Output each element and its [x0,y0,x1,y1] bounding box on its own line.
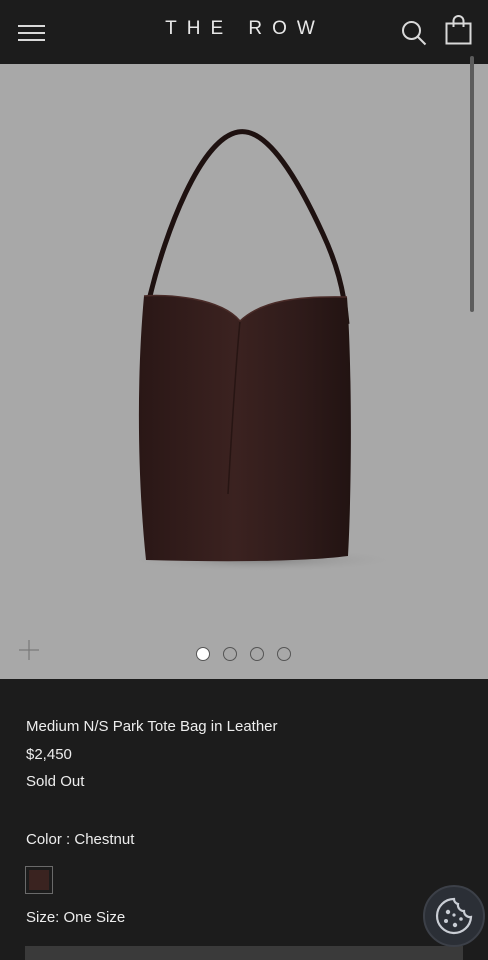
color-swatch-chestnut[interactable] [25,866,53,894]
size-selector-label: Size: One Size [26,909,125,926]
color-value: Chestnut [74,831,135,848]
cookie-icon [435,897,473,935]
gallery-dot-4[interactable] [277,647,291,661]
add-to-cart-button[interactable] [25,946,463,960]
site-header: THE ROW [0,0,488,64]
cookie-settings-button[interactable] [423,885,485,947]
search-icon[interactable] [401,20,427,46]
gallery-dot-2[interactable] [223,647,237,661]
hamburger-menu-icon[interactable] [18,22,45,42]
brand-logo[interactable]: THE ROW [160,18,330,40]
product-image-gallery[interactable] [0,64,488,679]
shopping-bag-icon[interactable] [445,15,472,45]
gallery-dot-1[interactable] [196,647,210,661]
product-image [122,129,402,572]
gallery-pagination [196,647,291,661]
product-price: $2,450 [26,746,72,763]
product-title: Medium N/S Park Tote Bag in Leather [26,718,278,735]
color-selector-label: Color : Chestnut [26,831,134,848]
size-value: One Size [63,909,126,926]
page-scrollbar[interactable] [470,56,474,312]
gallery-dot-3[interactable] [250,647,264,661]
color-label: Color : [26,831,75,848]
size-label: Size: [26,909,64,926]
plus-zoom-icon[interactable] [17,638,41,662]
availability-status: Sold Out [26,773,85,790]
